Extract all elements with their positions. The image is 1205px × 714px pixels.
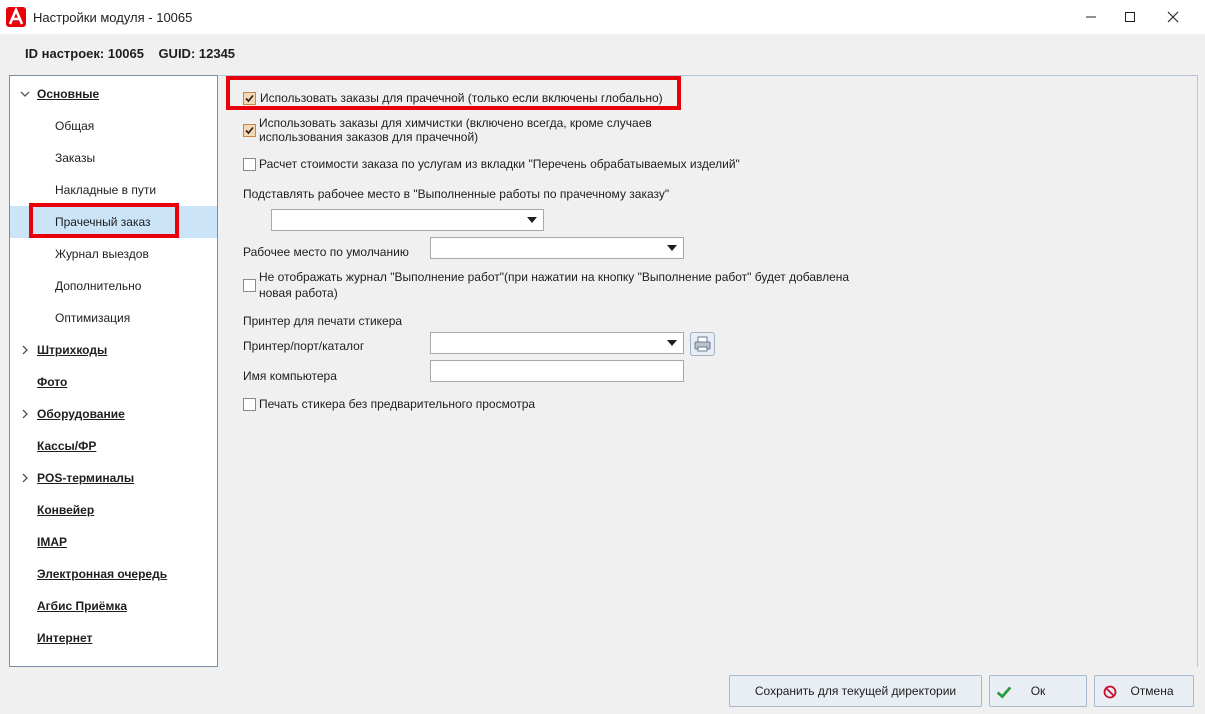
maximize-icon [1125, 12, 1135, 22]
cancel-button[interactable]: Отмена [1094, 675, 1194, 707]
nav-category-kassy[interactable]: Кассы/ФР [10, 430, 217, 462]
hide-journal-checkbox[interactable] [243, 279, 256, 292]
nav-category-ochered[interactable]: Электронная очередь [10, 558, 217, 590]
nav-category-internet[interactable]: Интернет [10, 622, 217, 654]
nav-item-label: Заказы [55, 151, 96, 165]
nav-item-prachechny[interactable]: Прачечный заказ [10, 206, 217, 238]
nav-category-oborudovanie[interactable]: Оборудование [10, 398, 217, 430]
settings-id-line: ID настроек: 10065 GUID: 12345 [25, 46, 236, 61]
ok-label: Ок [1030, 684, 1046, 698]
computer-name-input[interactable] [430, 360, 684, 382]
check-icon [245, 94, 254, 103]
printer-icon [694, 336, 711, 352]
nav-category-label: Фото [37, 375, 68, 389]
nav-item-label: Дополнительно [55, 279, 142, 293]
default-workplace-select[interactable] [430, 237, 684, 259]
nav-category-agbis[interactable]: Агбис Приёмка [10, 590, 217, 622]
chevron-down-icon [667, 245, 677, 251]
use-laundry-checkbox[interactable] [243, 92, 256, 105]
title-bar: Настройки модуля - 10065 [0, 0, 1205, 34]
window-title: Настройки модуля - 10065 [33, 10, 193, 25]
nav-category-imap[interactable]: IMAP [10, 526, 217, 558]
printer-select[interactable] [430, 332, 684, 354]
nav-category-foto[interactable]: Фото [10, 366, 217, 398]
use-dry-cleaning-checkbox[interactable] [243, 124, 256, 137]
chevron-down-icon [527, 217, 537, 223]
close-icon [1167, 11, 1179, 23]
save-for-directory-button[interactable]: Сохранить для текущей директории [729, 675, 982, 707]
default-workplace-label: Рабочее место по умолчанию [243, 245, 409, 259]
calc-cost-label: Расчет стоимости заказа по услугам из вк… [259, 157, 740, 171]
nav-category-label: IMAP [37, 535, 67, 549]
nav-item-label: Прачечный заказ [55, 215, 151, 229]
nav-category-shtrihkody[interactable]: Штрихкоды [10, 334, 217, 366]
nav-item-label: Накладные в пути [55, 183, 157, 197]
nav-item-label: Журнал выездов [55, 247, 149, 261]
nav-category-label: Электронная очередь [37, 567, 168, 581]
check-icon [996, 686, 1012, 699]
nav-category-pos[interactable]: POS-терминалы [10, 462, 217, 494]
printer-settings-button[interactable] [690, 332, 715, 356]
cancel-label: Отмена [1130, 684, 1174, 698]
cancel-icon [1103, 685, 1117, 699]
substitute-workplace-label: Подставлять рабочее место в "Выполненные… [243, 187, 670, 201]
save-for-directory-label: Сохранить для текущей директории [754, 684, 957, 698]
check-icon [245, 126, 254, 135]
calc-cost-checkbox[interactable] [243, 158, 256, 171]
nav-item-zhurnal[interactable]: Журнал выездов [10, 238, 217, 270]
printer-label: Принтер/порт/каталог [243, 339, 365, 353]
nav-category-label: Оборудование [37, 407, 125, 421]
computer-name-label: Имя компьютера [243, 369, 337, 383]
maximize-button[interactable] [1107, 0, 1153, 34]
chevron-right-icon [22, 473, 28, 483]
nav-category-label: Основные [37, 87, 100, 101]
chevron-right-icon [22, 409, 28, 419]
nav-item-obshaya[interactable]: Общая [10, 110, 217, 142]
nav-item-label: Общая [55, 119, 95, 133]
nav-item-zakazy[interactable]: Заказы [10, 142, 217, 174]
substitute-workplace-select[interactable] [271, 209, 544, 231]
nav-category-label: Кассы/ФР [37, 439, 97, 453]
nav-category-label: POS-терминалы [37, 471, 135, 485]
nav-category-label: Штрихкоды [37, 343, 108, 357]
chevron-down-icon [20, 91, 30, 97]
nav-category-konveyer[interactable]: Конвейер [10, 494, 217, 526]
nav-category-osnovnye[interactable]: Основные [10, 78, 217, 110]
nav-category-label: Агбис Приёмка [37, 599, 128, 613]
hide-journal-label-line2: новая работа) [259, 286, 338, 300]
nav-item-nakladnye[interactable]: Накладные в пути [10, 174, 217, 206]
nav-item-optimizaciya[interactable]: Оптимизация [10, 302, 217, 334]
settings-nav-tree: Основные Общая Заказы Накладные в пути П… [9, 75, 218, 667]
use-laundry-label: Использовать заказы для прачечной (тольк… [260, 91, 663, 105]
close-button[interactable] [1150, 0, 1196, 34]
ok-button[interactable]: Ок [989, 675, 1087, 707]
print-no-preview-label: Печать стикера без предварительного прос… [259, 397, 536, 411]
chevron-down-icon [667, 340, 677, 346]
app-logo [6, 7, 26, 27]
print-no-preview-checkbox[interactable] [243, 398, 256, 411]
use-dry-cleaning-label-line1: Использовать заказы для химчистки (включ… [259, 116, 652, 130]
sticker-printer-heading: Принтер для печати стикера [243, 314, 403, 328]
chevron-right-icon [22, 345, 28, 355]
use-dry-cleaning-label-line2: использования заказов для прачечной) [259, 130, 479, 144]
nav-item-label: Оптимизация [55, 311, 131, 325]
minimize-icon [1086, 16, 1096, 18]
nav-category-label: Конвейер [37, 503, 95, 517]
nav-category-label: Интернет [37, 631, 93, 645]
nav-item-dopolnitelno[interactable]: Дополнительно [10, 270, 217, 302]
hide-journal-label-line1: Не отображать журнал "Выполнение работ"(… [259, 270, 850, 284]
